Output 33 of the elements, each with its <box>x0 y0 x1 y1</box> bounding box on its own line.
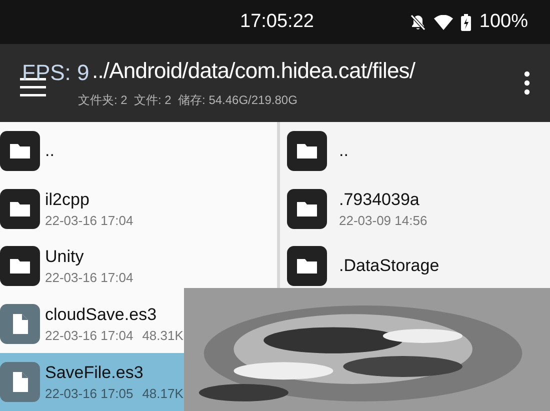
file-row[interactable]: .7934039a 22-03-09 14:56 <box>280 180 550 238</box>
current-path: ../Android/data/com.hidea.cat/files/ <box>92 58 416 84</box>
file-name: il2cpp <box>45 190 90 210</box>
file-row[interactable]: il2cpp 22-03-16 17:04 <box>0 180 277 238</box>
battery-percent: 100% <box>479 11 528 33</box>
modified-date: 22-03-16 17:04 <box>45 328 134 344</box>
modified-date: 22-03-16 17:05 <box>45 386 134 402</box>
clock-time: 17:05:22 <box>240 11 314 33</box>
file-name: .. <box>45 140 54 161</box>
file-name: Unity <box>45 247 85 268</box>
file-name: SaveFile.es3 <box>45 363 144 384</box>
storage-stats: 文件夹: 2 文件: 2 储存: 54.46G/219.80G <box>78 92 298 109</box>
file-name: .. <box>339 140 348 161</box>
modified-date: 22-03-09 14:56 <box>339 212 428 228</box>
battery-icon <box>461 14 472 30</box>
file-size: 48.17K <box>142 386 184 402</box>
fps-counter: FPS: 9 <box>22 60 90 86</box>
folder-icon <box>287 246 327 286</box>
file-icon <box>0 362 40 402</box>
file-name: .DataStorage <box>339 256 440 276</box>
file-size: 48.31K <box>142 328 184 344</box>
file-name: .7934039a <box>339 190 420 210</box>
bell-off-icon <box>410 14 426 30</box>
more-options-icon[interactable] <box>524 71 530 95</box>
file-row[interactable]: Unity 22-03-16 17:04 <box>0 238 277 296</box>
modified-date: 22-03-16 17:04 <box>45 270 134 286</box>
folder-icon <box>287 130 327 171</box>
wifi-icon <box>434 14 454 30</box>
folder-icon <box>287 188 327 229</box>
file-row[interactable]: .. <box>0 122 277 180</box>
modified-date: 22-03-16 17:04 <box>45 212 134 228</box>
file-row[interactable]: .. <box>280 122 550 180</box>
file-name: cloudSave.es3 <box>45 305 158 326</box>
